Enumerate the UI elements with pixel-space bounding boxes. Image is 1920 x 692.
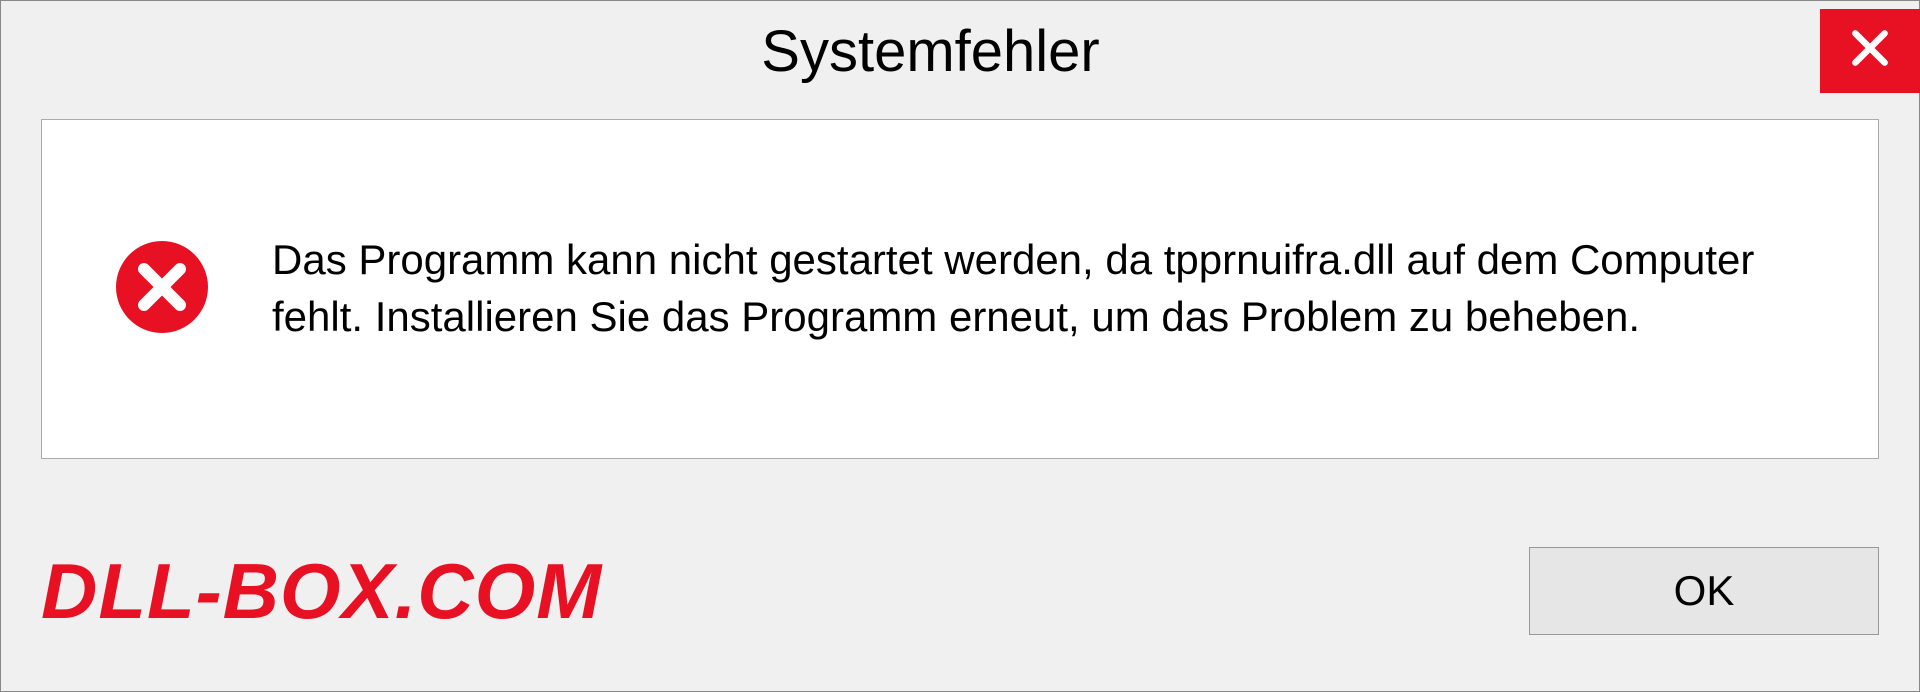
- ok-button[interactable]: OK: [1529, 547, 1879, 635]
- error-icon: [112, 237, 212, 342]
- error-message: Das Programm kann nicht gestartet werden…: [272, 232, 1818, 345]
- dialog-footer: DLL-BOX.COM OK: [1, 491, 1919, 691]
- watermark-text: DLL-BOX.COM: [41, 546, 602, 637]
- error-dialog: Systemfehler Das Programm kann nicht ges…: [0, 0, 1920, 692]
- content-panel: Das Programm kann nicht gestartet werden…: [41, 119, 1879, 459]
- dialog-title: Systemfehler: [41, 18, 1820, 85]
- close-button[interactable]: [1820, 9, 1920, 93]
- close-icon: [1848, 26, 1892, 75]
- titlebar: Systemfehler: [1, 1, 1919, 101]
